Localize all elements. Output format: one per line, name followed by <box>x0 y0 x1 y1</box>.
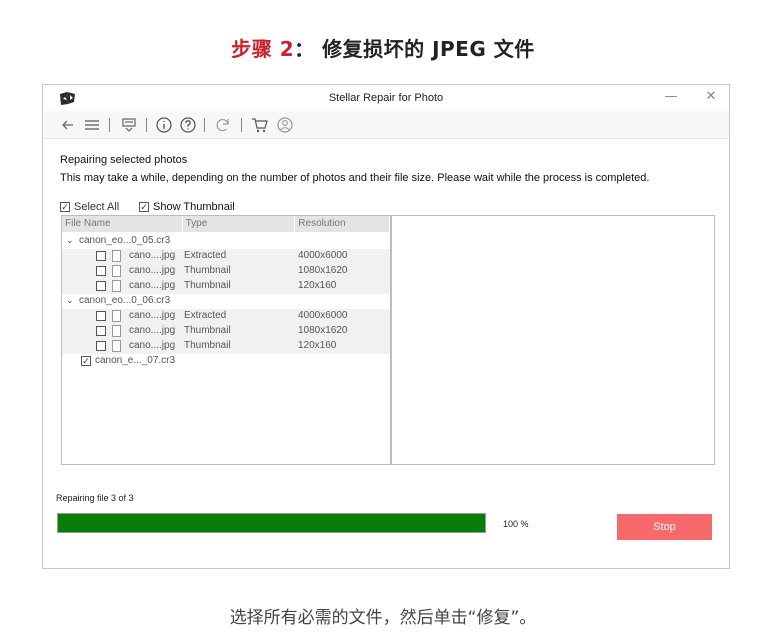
show-thumbnail-checkbox[interactable]: ✓ Show Thumbnail <box>139 201 235 213</box>
row-checkbox[interactable] <box>96 326 106 336</box>
cell-resolution: 1080x1620 <box>298 265 348 276</box>
cell-type: Thumbnail <box>184 265 231 276</box>
repair-heading: Repairing selected photos <box>60 154 188 166</box>
cell-type: Extracted <box>184 250 227 261</box>
minimize-button[interactable]: — <box>661 88 681 106</box>
file-icon <box>112 265 121 277</box>
select-all-label: Select All <box>74 201 120 213</box>
cell-file-name: canon_e..._07.cr3 <box>95 355 176 366</box>
file-icon <box>112 250 121 262</box>
close-button[interactable]: ✕ <box>701 88 721 106</box>
group-file-name: canon_eo...0_05.cr3 <box>79 235 171 246</box>
file-icon <box>112 310 121 322</box>
back-arrow-icon[interactable] <box>59 116 77 134</box>
column-header-file-name[interactable]: File Name <box>62 216 183 232</box>
table-group-row[interactable]: ⌄ canon_eo...0_06.cr3 <box>62 294 390 309</box>
column-header-type[interactable]: Type <box>182 216 296 232</box>
table-group-row[interactable]: ⌄ canon_eo...0_05.cr3 <box>62 234 390 249</box>
step-label: 步骤 2 <box>231 37 295 61</box>
table-row[interactable]: cano....jpg Extracted 4000x6000 <box>62 249 390 264</box>
cell-resolution: 120x160 <box>298 340 337 351</box>
cell-resolution: 4000x6000 <box>298 250 348 261</box>
select-all-checkbox[interactable]: ✓ Select All <box>60 201 119 213</box>
window-title: Stellar Repair for Photo <box>328 92 444 104</box>
repair-subtext: This may take a while, depending on the … <box>60 172 650 184</box>
progress-label: Repairing file 3 of 3 <box>56 493 134 503</box>
row-checkbox[interactable] <box>96 311 106 321</box>
chevron-down-icon[interactable]: ⌄ <box>66 295 74 306</box>
user-icon[interactable] <box>276 116 294 134</box>
cell-type: Thumbnail <box>184 280 231 291</box>
menu-icon[interactable] <box>83 116 101 134</box>
toolbar-divider <box>146 118 147 132</box>
step-separator: ： <box>294 37 315 61</box>
toolbar-divider <box>109 118 110 132</box>
file-table: File Name Type Resolution ⌄ canon_eo...0… <box>61 215 391 465</box>
chevron-down-icon[interactable]: ⌄ <box>66 235 74 246</box>
cell-file-name: cano....jpg <box>129 265 176 276</box>
table-row[interactable]: cano....jpg Thumbnail 1080x1620 <box>62 264 390 279</box>
file-icon <box>112 340 121 352</box>
cell-file-name: cano....jpg <box>129 340 176 351</box>
table-row[interactable]: cano....jpg Extracted 4000x6000 <box>62 309 390 324</box>
table-header: File Name Type Resolution <box>62 216 390 232</box>
preview-pane <box>391 215 715 465</box>
file-icon <box>112 325 121 337</box>
row-checkbox[interactable] <box>96 281 106 291</box>
toolbar-divider <box>204 118 205 132</box>
caption: 选择所有必需的文件，然后单击“修复”。 <box>229 608 537 628</box>
title-bar: Stellar Repair for Photo — ✕ <box>43 85 729 111</box>
table-row[interactable]: cano....jpg Thumbnail 120x160 <box>62 339 390 354</box>
file-icon <box>112 280 121 292</box>
cart-icon[interactable] <box>251 116 269 134</box>
table-row[interactable]: cano....jpg Thumbnail 1080x1620 <box>62 324 390 339</box>
cell-file-name: cano....jpg <box>129 250 176 261</box>
column-header-resolution[interactable]: Resolution <box>295 216 390 232</box>
cell-type: Extracted <box>184 310 227 321</box>
toolbar <box>43 111 729 139</box>
row-checkbox[interactable] <box>96 251 106 261</box>
checkbox-checked[interactable]: ✓ <box>139 202 149 212</box>
cell-type: Thumbnail <box>184 325 231 336</box>
show-thumbnail-label: Show Thumbnail <box>153 201 235 213</box>
row-checkbox-checked[interactable]: ✓ <box>81 356 91 366</box>
checkbox-checked[interactable]: ✓ <box>60 202 70 212</box>
refresh-icon[interactable] <box>214 116 232 134</box>
toolbar-divider <box>241 118 242 132</box>
row-checkbox[interactable] <box>96 266 106 276</box>
help-icon[interactable] <box>179 116 197 134</box>
group-file-name: canon_eo...0_06.cr3 <box>79 295 171 306</box>
table-row[interactable]: cano....jpg Thumbnail 120x160 <box>62 279 390 294</box>
save-icon[interactable] <box>120 116 138 134</box>
cell-type: Thumbnail <box>184 340 231 351</box>
stop-button[interactable]: Stop <box>617 514 712 540</box>
info-icon[interactable] <box>155 116 173 134</box>
progress-bar-fill <box>58 514 485 532</box>
cell-resolution: 4000x6000 <box>298 310 348 321</box>
cell-resolution: 120x160 <box>298 280 337 291</box>
cell-file-name: cano....jpg <box>129 325 176 336</box>
progress-percent: 100 % <box>503 519 529 529</box>
row-checkbox[interactable] <box>96 341 106 351</box>
cell-file-name: cano....jpg <box>129 310 176 321</box>
cell-file-name: cano....jpg <box>129 280 176 291</box>
progress-bar <box>57 513 486 533</box>
app-window: Stellar Repair for Photo — ✕ Repairing s… <box>42 84 730 569</box>
heading-title: 修复损坏的 JPEG 文件 <box>322 37 535 61</box>
page-heading: 步骤 2： 修复损坏的 JPEG 文件 <box>0 33 766 62</box>
table-row[interactable]: ✓ canon_e..._07.cr3 <box>62 354 390 369</box>
cell-resolution: 1080x1620 <box>298 325 348 336</box>
